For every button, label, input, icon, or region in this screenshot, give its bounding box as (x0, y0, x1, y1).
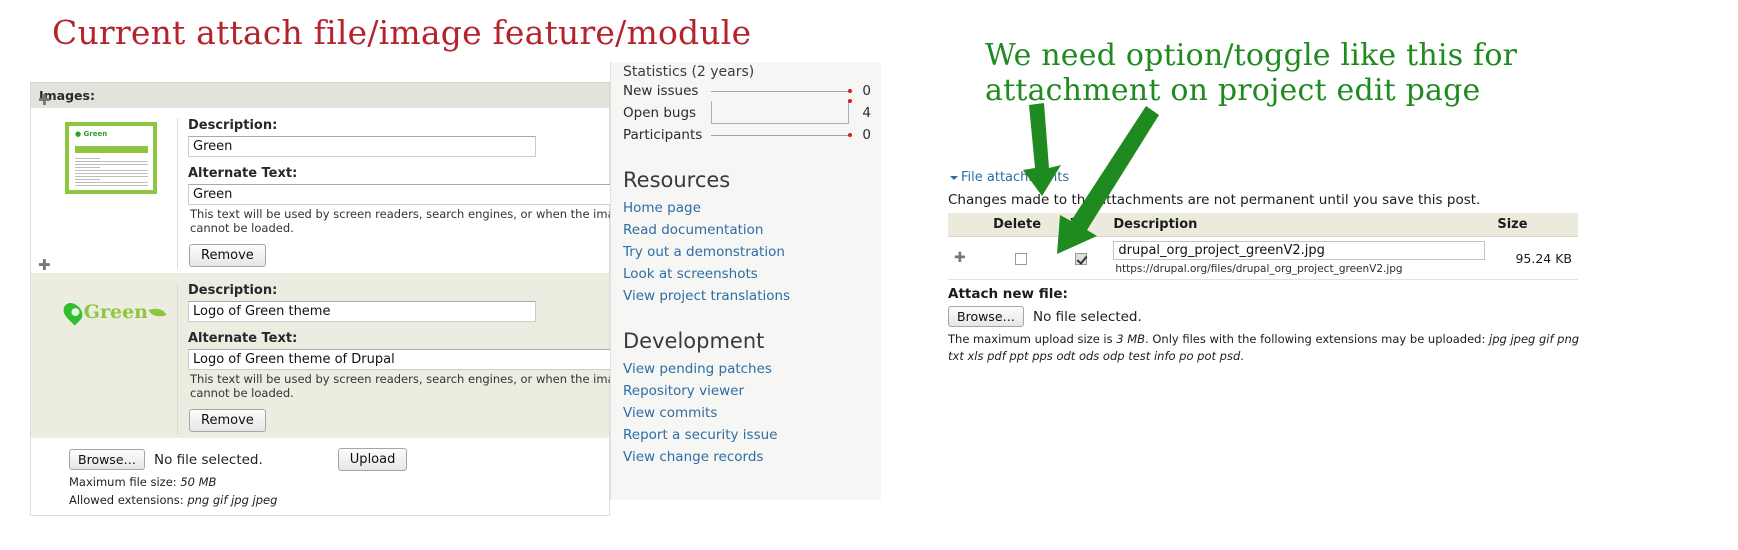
statistic-label: Participants (623, 127, 703, 143)
description-label: Description: (188, 118, 278, 133)
description-input[interactable] (188, 301, 536, 322)
move-handle-icon[interactable]: ✚ (38, 258, 51, 273)
delete-checkbox[interactable] (1015, 253, 1028, 265)
remove-button[interactable]: Remove (189, 409, 266, 432)
help-prefix: The maximum upload size is (948, 332, 1113, 346)
project-sidebar: Statistics (2 years) New issues 0 Open b… (610, 62, 881, 500)
alternate-text-help: This text will be used by screen readers… (190, 372, 630, 400)
thumbnail-logo: ● Green (75, 130, 108, 138)
logo-text: Green (83, 301, 148, 323)
allowed-extensions-value: png gif jpg jpeg (187, 493, 278, 507)
attach-new-file-label: Attach new file: (948, 286, 1068, 302)
upload-button[interactable]: Upload (337, 448, 408, 471)
thumbnail-bar (75, 146, 148, 153)
image-upload-row: Browse… No file selected. Upload Maximum… (30, 438, 610, 516)
statistic-label: New issues (623, 83, 699, 99)
attach-no-file-text: No file selected. (1033, 308, 1142, 325)
alternate-text-input[interactable] (188, 349, 640, 370)
resources-heading: Resources (623, 168, 731, 192)
remove-button[interactable]: Remove (189, 244, 266, 267)
list-checkbox[interactable] (1075, 253, 1088, 265)
column-header-description: Description (1107, 213, 1492, 237)
development-heading: Development (623, 329, 765, 353)
delete-cell (987, 236, 1056, 280)
help-suffix: . (1240, 348, 1244, 363)
max-file-size-label: Maximum file size: (69, 475, 177, 489)
sidebar-link-screenshots[interactable]: Look at screenshots (611, 263, 881, 285)
allowed-extensions-text: Allowed extensions: png gif jpg jpeg (69, 493, 609, 507)
attach-browse-button[interactable]: Browse… (948, 306, 1025, 327)
size-cell: 95.24 KB (1491, 236, 1578, 280)
statistic-sparkline (711, 127, 857, 143)
file-attachments-toggle-label: File attachments (961, 170, 1070, 185)
move-handle-icon[interactable]: ✚ (38, 93, 51, 108)
attachments-table: Delete List Description Size ✚ https (948, 213, 1578, 280)
description-input[interactable] (188, 136, 536, 157)
help-mid: . Only files with the following extensio… (1145, 332, 1486, 346)
image-thumbnail: Green (59, 283, 177, 329)
sidebar-link-home-page[interactable]: Home page (611, 197, 881, 219)
sidebar-link-security-issue[interactable]: Report a security issue (611, 424, 881, 446)
file-attachments-toggle[interactable]: File attachments (948, 170, 1588, 185)
attachment-upload-help: The maximum upload size is 3 MB. Only fi… (948, 331, 1580, 364)
annotation-right: We need option/toggle like this for atta… (985, 38, 1518, 109)
statistic-value: 0 (862, 83, 871, 99)
leaf-icon (148, 304, 167, 320)
column-header-drag (948, 213, 988, 237)
column-header-list: List (1055, 213, 1108, 237)
image-row: ✚ Green Description: Alternate Text: Thi… (30, 258, 640, 438)
images-fieldset: Images: ✚ ● Green Description: Alternate… (30, 82, 640, 516)
statistic-row: Participants 0 (611, 124, 881, 146)
attachment-description-input[interactable] (1113, 241, 1486, 260)
help-size: 3 MB (1116, 332, 1146, 346)
table-header-row: Delete List Description Size (948, 213, 1578, 237)
max-file-size-value: 50 MB (180, 475, 217, 489)
description-cell: https://drupal.org/files/drupal_org_proj… (1107, 236, 1492, 280)
image-row: ✚ ● Green Description: Alternate Text: T… (30, 93, 640, 273)
allowed-extensions-label: Allowed extensions: (69, 493, 184, 507)
statistic-sparkline (711, 99, 857, 124)
image-fields: Description: Alternate Text: This text w… (177, 118, 640, 269)
statistic-row: New issues 0 (611, 80, 881, 102)
statistics-title: Statistics (2 years) (623, 64, 755, 80)
green-logo-image: Green (59, 295, 167, 329)
sidebar-link-pending-patches[interactable]: View pending patches (611, 358, 881, 380)
statistic-sparkline (711, 83, 857, 99)
thumbnail-text-lines (75, 158, 148, 188)
sidebar-link-translations[interactable]: View project translations (611, 285, 881, 307)
statistic-value: 0 (862, 127, 871, 143)
statistic-row: Open bugs 4 (611, 99, 881, 124)
table-row: ✚ https://drupal.org/files/drupal_org_pr… (948, 236, 1578, 280)
list-cell (1055, 236, 1108, 280)
chevron-down-icon (950, 175, 958, 180)
max-file-size-text: Maximum file size: 50 MB (69, 475, 609, 489)
sidebar-link-change-records[interactable]: View change records (611, 446, 881, 468)
column-header-size: Size (1491, 213, 1578, 237)
sidebar-link-read-documentation[interactable]: Read documentation (611, 219, 881, 241)
statistic-value: 4 (862, 105, 871, 121)
browse-button[interactable]: Browse… (69, 449, 146, 470)
sidebar-link-try-demonstration[interactable]: Try out a demonstration (611, 241, 881, 263)
sidebar-link-repository-viewer[interactable]: Repository viewer (611, 380, 881, 402)
description-label: Description: (188, 283, 278, 298)
column-header-delete: Delete (987, 213, 1056, 237)
alternate-text-label: Alternate Text: (188, 166, 298, 181)
row-drag-cell: ✚ (948, 236, 988, 280)
sidebar-link-view-commits[interactable]: View commits (611, 402, 881, 424)
no-file-selected-text: No file selected. (154, 451, 263, 468)
annotation-left: Current attach file/image feature/module (52, 13, 752, 52)
image-thumbnail: ● Green (65, 118, 177, 194)
attachment-url: https://drupal.org/files/drupal_org_proj… (1115, 263, 1403, 275)
move-handle-icon[interactable]: ✚ (954, 250, 966, 266)
file-attachments-panel: File attachments Changes made to the att… (948, 170, 1588, 364)
drupal-drop-icon (59, 299, 86, 325)
images-header: Images: (30, 82, 610, 108)
statistic-label: Open bugs (623, 105, 697, 121)
alternate-text-label: Alternate Text: (188, 331, 298, 346)
alternate-text-help: This text will be used by screen readers… (190, 207, 630, 235)
attachments-note: Changes made to the attachments are not … (948, 192, 1481, 208)
screenshot-thumbnail-image: ● Green (65, 122, 157, 194)
image-fields: Description: Alternate Text: This text w… (177, 283, 640, 434)
alternate-text-input[interactable] (188, 184, 640, 205)
